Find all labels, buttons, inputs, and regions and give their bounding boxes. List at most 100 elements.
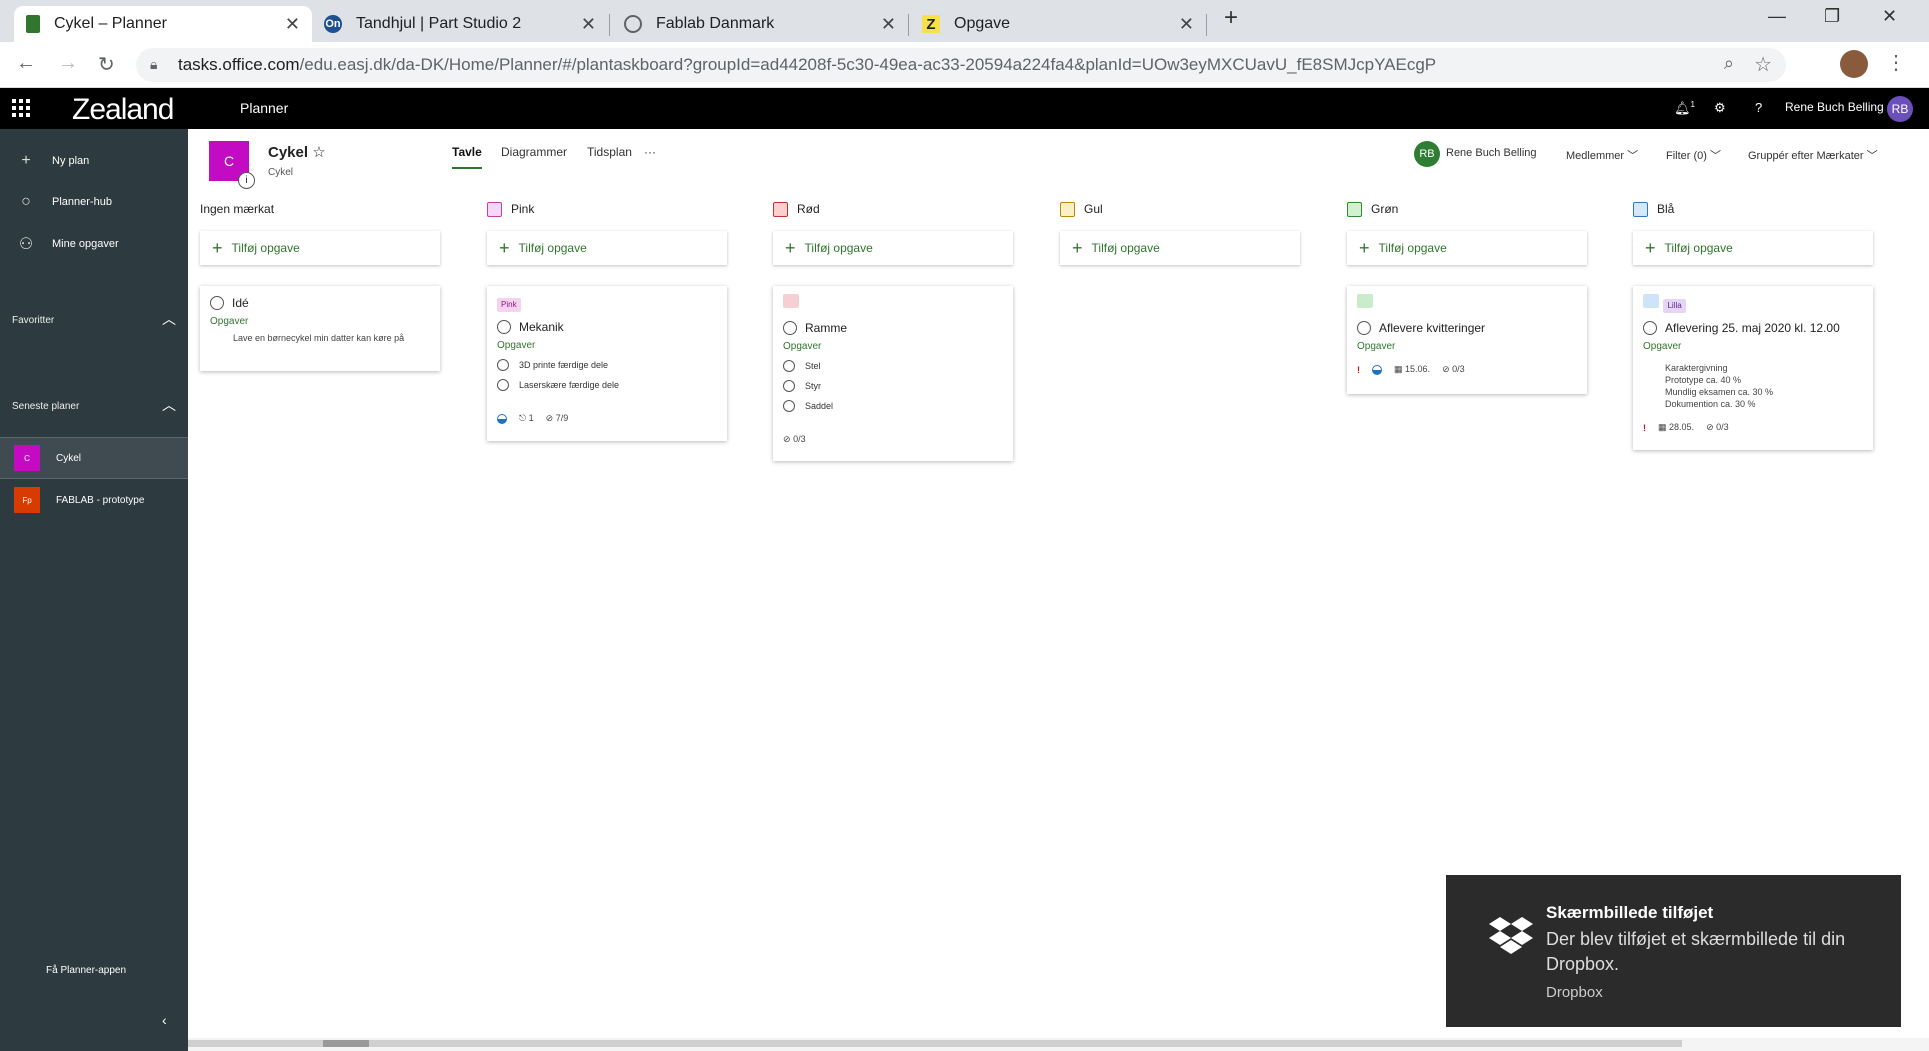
label-tag <box>1357 294 1373 308</box>
get-app-link[interactable]: Få Planner-appen <box>46 965 126 976</box>
task-card-aflevering[interactable]: Lilla Aflevering 25. maj 2020 kl. 12.00 … <box>1633 286 1873 450</box>
complete-task-checkbox[interactable] <box>783 321 797 335</box>
forward-icon[interactable]: → <box>58 52 78 75</box>
help-icon[interactable]: ? <box>1755 100 1762 115</box>
app-name[interactable]: Planner <box>240 100 288 116</box>
checklist-item[interactable]: Saddel <box>783 400 1003 412</box>
filter-dropdown[interactable]: Filter (0) ﹀ <box>1666 147 1721 163</box>
label-tag <box>783 294 799 308</box>
chevron-up-icon[interactable]: ︿ <box>162 395 176 415</box>
members-dropdown[interactable]: Medlemmer ﹀ <box>1566 147 1638 163</box>
add-task-button[interactable]: + Tilføj opgave <box>487 231 727 265</box>
nav-planner-hub[interactable]: ○ Planner-hub <box>0 187 188 217</box>
app-launcher-icon[interactable] <box>12 99 30 117</box>
add-task-button[interactable]: + Tilføj opgave <box>200 231 440 265</box>
recent-plan-cykel[interactable]: C Cykel <box>0 437 188 479</box>
info-icon[interactable]: i <box>238 172 255 189</box>
close-window-button[interactable]: ✕ <box>1882 6 1897 27</box>
complete-task-checkbox[interactable] <box>210 296 224 310</box>
complete-task-checkbox[interactable] <box>1357 321 1371 335</box>
checklist-icon: ⊘ <box>1442 364 1450 374</box>
favorite-star-icon[interactable]: ☆ <box>312 144 325 161</box>
toast-title: Skærmbillede tilføjet <box>1546 903 1714 922</box>
close-tab-icon[interactable]: ✕ <box>581 14 596 35</box>
calendar-icon: ▦ <box>1394 364 1403 374</box>
plan-subtitle: Cykel <box>268 167 294 178</box>
add-task-button[interactable]: + Tilføj opgave <box>1060 231 1300 265</box>
zoom-icon[interactable]: ⌕ <box>1724 53 1734 74</box>
tab-charts[interactable]: Diagrammer <box>501 145 567 159</box>
task-card-kvitteringer[interactable]: Aflevere kvitteringer Opgaver ! ▦ 15.06.… <box>1347 286 1587 394</box>
complete-task-checkbox[interactable] <box>497 320 511 334</box>
nav-my-tasks[interactable]: ⚇ Mine opgaver <box>0 229 188 259</box>
horizontal-scrollbar[interactable] <box>188 1038 1929 1051</box>
checklist-item[interactable]: Laserskære færdige dele <box>497 379 717 391</box>
board-column-blue: Blå + Tilføj opgave Lilla Aflevering 25. … <box>1633 201 1873 450</box>
column-header: Ingen mærkat <box>200 202 275 216</box>
browser-tab-planner[interactable]: Cykel – Planner ✕ <box>14 6 312 42</box>
url-field[interactable]: 🔒︎ tasks.office.com/edu.easj.dk/da-DK/Ho… <box>136 48 1786 82</box>
bucket-name: Opgaver <box>210 316 249 327</box>
tab-board[interactable]: Tavle <box>452 145 482 169</box>
bookmark-star-icon[interactable]: ☆ <box>1754 52 1772 77</box>
left-nav: + Ny plan ○ Planner-hub ⚇ Mine opgaver Favo… <box>0 129 188 1051</box>
plan-icon: Fp <box>14 487 40 513</box>
browser-tab-onshape[interactable]: On Tandhjul | Part Studio 2 ✕ <box>312 6 608 42</box>
reload-icon[interactable]: ↻ <box>98 52 115 77</box>
new-tab-button[interactable]: + <box>1224 4 1238 32</box>
close-tab-icon[interactable]: ✕ <box>881 14 896 35</box>
user-avatar[interactable]: RB <box>1887 96 1913 122</box>
board-column-green: Grøn + Tilføj opgave Aflevere kvitteringe… <box>1347 201 1587 394</box>
recent-plan-fablab[interactable]: Fp FABLAB - prototype <box>0 479 188 521</box>
user-name[interactable]: Rene Buch Belling <box>1785 100 1884 114</box>
paperclip-icon: ⎋ <box>519 413 527 423</box>
plan-title: Cykel ☆ <box>268 144 326 161</box>
task-description: Lave en børnecykel min datter kan køre p… <box>233 333 405 343</box>
label-swatch <box>1633 201 1648 217</box>
menu-dots-icon[interactable]: ⋮ <box>1886 50 1906 75</box>
owner-avatar[interactable]: RB <box>1414 141 1440 167</box>
chevron-down-icon: ﹀ <box>1710 150 1722 162</box>
checklist-item[interactable]: Styr <box>783 380 1003 392</box>
task-card-ide[interactable]: Idé Opgaver Lave en børnecykel min datte… <box>200 286 440 371</box>
label-swatch <box>1060 201 1075 217</box>
onshape-icon: On <box>324 15 342 33</box>
browser-tab-fablab[interactable]: Fablab Danmark ✕ <box>612 6 908 42</box>
complete-task-checkbox[interactable] <box>1643 321 1657 335</box>
collapse-nav-icon[interactable]: ‹ <box>162 1012 167 1028</box>
minimize-button[interactable]: — <box>1768 6 1786 27</box>
scrollbar-thumb[interactable] <box>323 1040 369 1047</box>
planner-icon <box>26 15 40 33</box>
dropbox-notification[interactable]: Skærmbillede tilføjet Der blev tilføjet … <box>1446 875 1901 1027</box>
close-tab-icon[interactable]: ✕ <box>285 14 300 35</box>
checklist-item[interactable]: Stel <box>783 360 1003 372</box>
board-column-no-label: Ingen mærkat + Tilføj opgave Idé Opgaver … <box>200 201 440 371</box>
gear-icon[interactable]: ⚙ <box>1714 100 1726 116</box>
bell-icon[interactable]: 🔔︎1 <box>1674 100 1695 116</box>
task-card-mekanik[interactable]: Pink Mekanik Opgaver 3D printe færdige d… <box>487 286 727 441</box>
chevron-up-icon[interactable]: ︿ <box>162 309 176 329</box>
progress-half-icon <box>497 413 507 424</box>
more-views-button[interactable]: ··· <box>644 145 656 159</box>
label-tag: Lilla <box>1663 299 1686 313</box>
checklist-item[interactable]: 3D printe færdige dele <box>497 359 717 371</box>
add-task-button[interactable]: + Tilføj opgave <box>1633 231 1873 265</box>
profile-avatar[interactable] <box>1840 50 1868 78</box>
add-task-button[interactable]: + Tilføj opgave <box>1347 231 1587 265</box>
close-tab-icon[interactable]: ✕ <box>1179 14 1194 35</box>
recent-plans-header[interactable]: Seneste planer <box>12 401 79 412</box>
label-tag: Pink <box>497 298 521 312</box>
label-swatch <box>773 201 788 217</box>
add-task-button[interactable]: + Tilføj opgave <box>773 231 1013 265</box>
task-card-ramme[interactable]: Ramme Opgaver Stel Styr Saddel ⊘ 0/3 <box>773 286 1013 461</box>
nav-new-plan[interactable]: + Ny plan <box>0 146 188 176</box>
restore-button[interactable]: ❐ <box>1824 6 1840 27</box>
browser-tab-opgave[interactable]: Z Opgave ✕ <box>910 6 1206 42</box>
tab-schedule[interactable]: Tidsplan <box>587 145 632 159</box>
group-by-dropdown[interactable]: Gruppér efter Mærkater ﹀ <box>1748 147 1878 163</box>
suite-bar: Zealand Planner 🔔︎1 ⚙ ? Rene Buch Bellin… <box>0 88 1929 129</box>
toast-source: Dropbox <box>1546 984 1603 1001</box>
back-icon[interactable]: ← <box>16 52 36 75</box>
favorites-header[interactable]: Favoritter <box>12 315 54 326</box>
owner-name[interactable]: Rene Buch Belling <box>1446 147 1537 159</box>
